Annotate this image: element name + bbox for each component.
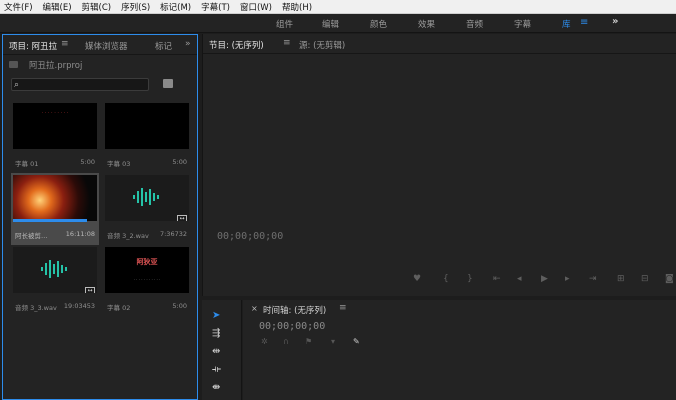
ripple-edit-tool-icon[interactable]: ⇹	[212, 346, 220, 357]
thumbnail: ↔	[105, 175, 189, 221]
mark-in-icon[interactable]: {	[443, 274, 449, 284]
tab-source[interactable]: 源: (无剪辑)	[299, 39, 345, 51]
menu-bar: 文件(F) 编辑(E) 剪辑(C) 序列(S) 标记(M) 字幕(T) 窗口(W…	[0, 0, 676, 14]
link-icon: ↔	[177, 215, 187, 221]
close-icon[interactable]: ×	[251, 304, 258, 313]
item-duration: 19:03453	[63, 302, 95, 310]
workspace-tab-editing[interactable]: 编辑	[322, 18, 339, 30]
video-frame	[13, 175, 97, 221]
thumbnail-subcaption: · · · · · · · · · · ·	[133, 277, 161, 282]
item-name: 字幕 01	[15, 160, 39, 168]
add-marker-icon[interactable]: ♥	[413, 274, 421, 284]
razor-tool-icon[interactable]: ⟛	[212, 364, 221, 375]
tab-program[interactable]: 节目: (无序列)	[209, 39, 264, 51]
workspace-tab-captions[interactable]: 字幕	[514, 18, 531, 30]
monitor-tabs: 节目: (无序列) ≡ 源: (无剪辑)	[203, 34, 676, 54]
workspace-bar: 组件 编辑 颜色 效果 音频 字幕 库 ≡ »	[0, 14, 676, 33]
item-name: 音频 3_2.wav	[107, 232, 149, 240]
search-input[interactable]: ⌕	[11, 78, 149, 91]
tab-markers[interactable]: 标记	[155, 40, 172, 52]
tab-project[interactable]: 项目: 阿丑拉	[9, 40, 57, 52]
tab-media-browser[interactable]: 媒体浏览器	[85, 40, 128, 52]
playhead-timecode[interactable]: 00;00;00;00	[217, 231, 283, 242]
menu-file[interactable]: 文件(F)	[4, 1, 33, 13]
workspace-menu-icon[interactable]: ≡	[580, 17, 588, 28]
menu-window[interactable]: 窗口(W)	[240, 1, 272, 13]
item-duration: 7:36732	[159, 230, 187, 238]
panel-menu-icon[interactable]: ≡	[339, 303, 347, 313]
panel-overflow-icon[interactable]: »	[185, 39, 191, 49]
go-to-in-icon[interactable]: ⇤	[493, 274, 501, 284]
go-to-out-icon[interactable]: ⇥	[589, 274, 597, 284]
panel-menu-icon[interactable]: ≡	[61, 39, 69, 49]
workspace-tab-color[interactable]: 颜色	[370, 18, 387, 30]
project-item-title-01[interactable]: · · · · · · · · · 字幕 01 5:00	[11, 101, 99, 173]
project-item-title-03[interactable]: 字幕 03 5:00	[103, 101, 191, 173]
linked-selection-icon[interactable]: ∩	[283, 337, 289, 346]
track-select-tool-icon[interactable]: ⇶	[212, 328, 220, 339]
thumbnail-caption: 阿狄亚	[136, 258, 158, 266]
project-file-icon	[9, 61, 18, 68]
item-name: 字幕 03	[107, 160, 131, 168]
menu-marker[interactable]: 标记(M)	[160, 1, 191, 13]
workspace-tab-libraries[interactable]: 库	[562, 18, 571, 30]
item-duration: 5:00	[172, 302, 187, 310]
item-duration: 5:00	[80, 158, 95, 166]
project-item-title-02[interactable]: 阿狄亚 · · · · · · · · · · · 字幕 02 5:00	[103, 245, 191, 317]
workspace-tab-effects[interactable]: 效果	[418, 18, 435, 30]
project-file-row: 阿丑拉.prproj	[9, 59, 193, 71]
item-duration: 16:11:08	[65, 230, 95, 238]
menu-sequence[interactable]: 序列(S)	[121, 1, 150, 13]
program-monitor: 节目: (无序列) ≡ 源: (无剪辑) 00;00;00;00 ♥ { } ⇤…	[202, 34, 676, 296]
audio-waveform-icon	[133, 188, 159, 206]
new-bin-icon[interactable]	[163, 79, 173, 88]
project-item-audio-3-2[interactable]: ↔ 音频 3_2.wav 7:36732	[103, 173, 191, 245]
extract-icon[interactable]: ⊟	[641, 274, 649, 284]
panel-menu-icon[interactable]: ≡	[283, 38, 291, 48]
workspace-tab-assembly[interactable]: 组件	[276, 18, 293, 30]
project-panel: 项目: 阿丑拉 ≡ 媒体浏览器 标记 » 阿丑拉.prproj ⌕ · · · …	[2, 34, 198, 400]
add-marker-icon[interactable]: ⚑	[305, 337, 312, 346]
wrench-icon[interactable]: ✎	[353, 337, 360, 346]
slip-tool-icon[interactable]: ⇼	[212, 382, 220, 393]
item-name: 字幕 02	[107, 304, 131, 312]
export-frame-icon[interactable]: ◙	[665, 274, 674, 284]
timeline-timecode[interactable]: 00;00;00;00	[259, 321, 325, 332]
menu-title[interactable]: 字幕(T)	[201, 1, 230, 13]
project-item-audio-3-3[interactable]: ↔ 音频 3_3.wav 19:03453	[11, 245, 99, 317]
menu-edit[interactable]: 编辑(E)	[43, 1, 72, 13]
thumbnail: 阿狄亚 · · · · · · · · · · ·	[105, 247, 189, 293]
tools-panel: ➤ ⇶ ⇹ ⟛ ⇼	[202, 300, 242, 400]
workspace-tab-audio[interactable]: 音频	[466, 18, 483, 30]
marker-icon[interactable]: ▾	[331, 337, 335, 346]
video-thumbnail	[13, 175, 97, 221]
thumbnail	[105, 103, 189, 149]
item-name: 音频 3_3.wav	[15, 304, 57, 312]
project-item-video[interactable]: 阿长被剪… 16:11:08	[11, 173, 99, 245]
timeline-panel: × 时间轴: (无序列) ≡ 00;00;00;00 ✲ ∩ ⚑ ▾ ✎	[243, 300, 676, 400]
item-duration: 5:00	[172, 158, 187, 166]
project-panel-tabs: 项目: 阿丑拉 ≡ 媒体浏览器 标记 »	[3, 35, 197, 55]
selection-tool-icon[interactable]: ➤	[212, 310, 220, 321]
snap-icon[interactable]: ✲	[261, 337, 268, 346]
step-forward-icon[interactable]: ▸	[565, 274, 570, 284]
menu-help[interactable]: 帮助(H)	[282, 1, 312, 13]
mark-out-icon[interactable]: }	[467, 274, 473, 284]
step-back-icon[interactable]: ◂	[517, 274, 522, 284]
playback-controls: ♥ { } ⇤ ◂ ▶ ▸ ⇥ ⊞ ⊟ ◙	[203, 274, 676, 290]
item-name: 阿长被剪…	[15, 232, 48, 240]
audio-waveform-icon	[41, 260, 67, 278]
search-icon: ⌕	[14, 80, 20, 90]
lift-icon[interactable]: ⊞	[617, 274, 625, 284]
link-icon: ↔	[85, 287, 95, 293]
play-icon[interactable]: ▶	[541, 274, 548, 284]
thumbnail: ↔	[13, 247, 97, 293]
overflow-chevron-icon[interactable]: »	[612, 16, 618, 27]
clip-progress-bar	[13, 219, 87, 222]
menu-clip[interactable]: 剪辑(C)	[82, 1, 112, 13]
thumbnail: · · · · · · · · ·	[13, 103, 97, 149]
tab-timeline[interactable]: 时间轴: (无序列)	[263, 304, 326, 316]
project-file-name: 阿丑拉.prproj	[29, 61, 83, 71]
thumbnail-caption: · · · · · · · · ·	[41, 110, 69, 116]
